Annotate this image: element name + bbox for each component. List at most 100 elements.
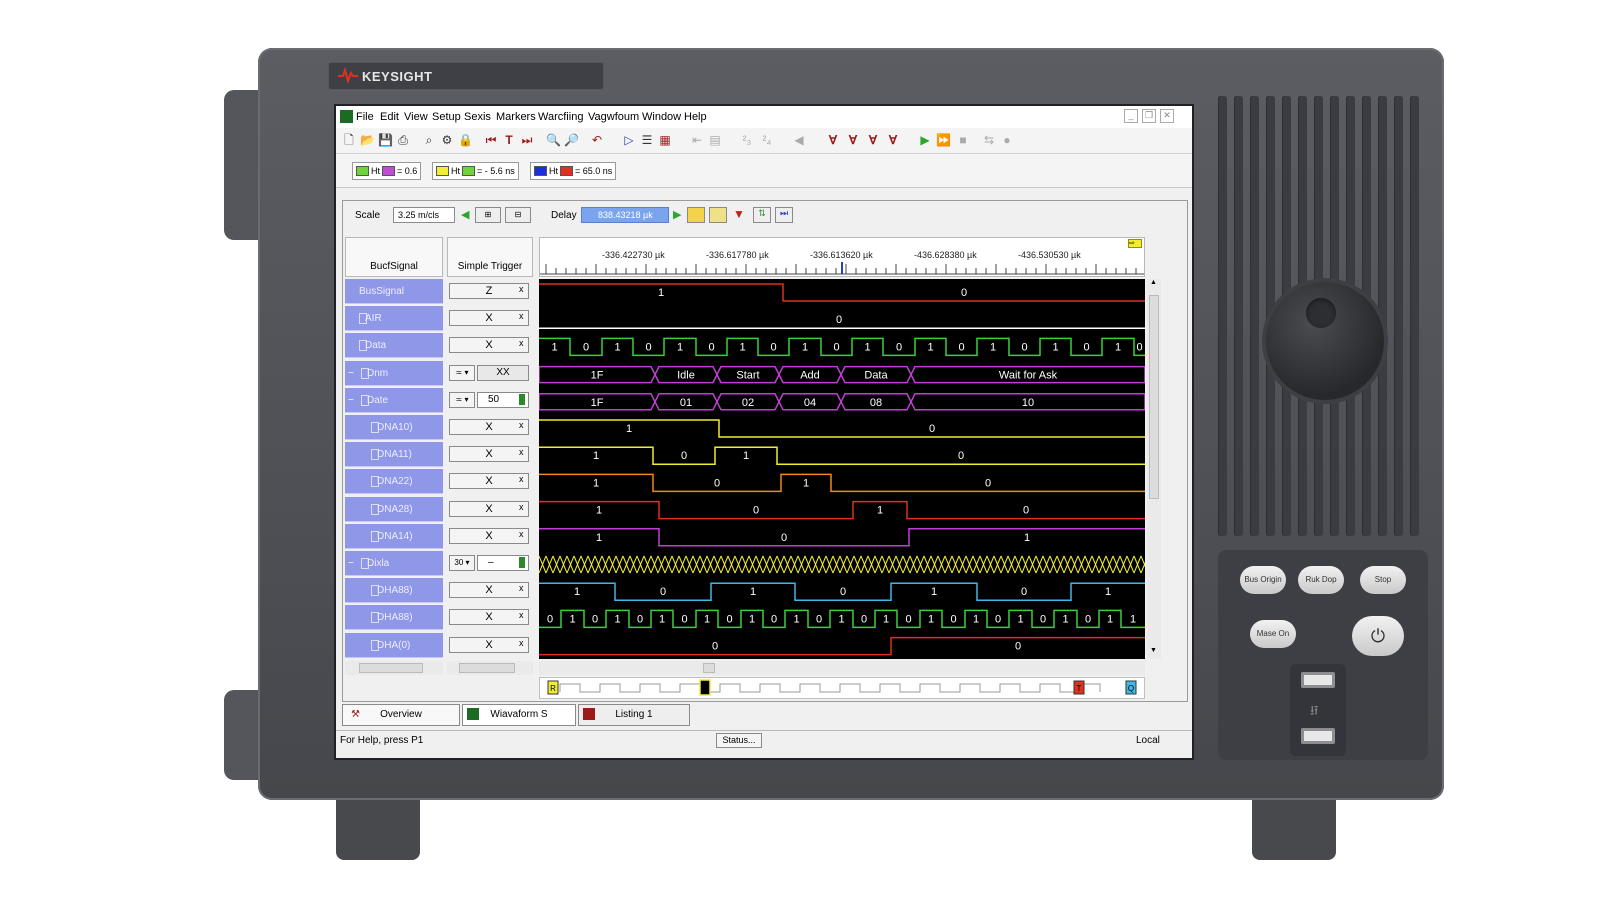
signal-row[interactable]: DNA28) xyxy=(345,496,443,522)
scroll-down-icon[interactable]: ▼ xyxy=(1150,647,1157,654)
trigger-clear-icon[interactable]: x xyxy=(519,311,524,321)
signal-hscroll[interactable] xyxy=(345,661,443,675)
filter-d-icon[interactable]: ∀ xyxy=(886,133,900,147)
trigger-value[interactable]: Z xyxy=(449,283,529,299)
mase-on-button[interactable]: Mase On xyxy=(1250,620,1296,648)
signal-row[interactable]: DNA11) xyxy=(345,442,443,468)
collapse-icon[interactable]: − xyxy=(348,551,354,576)
trigger-clear-icon[interactable]: x xyxy=(519,420,524,430)
menu-file[interactable]: File xyxy=(356,111,374,123)
signal-row[interactable]: DNA22) xyxy=(345,469,443,495)
menu-edit[interactable]: Edit xyxy=(380,111,399,123)
scale-reset-button[interactable]: ⊟ xyxy=(505,207,531,223)
usb-port-top[interactable] xyxy=(1301,672,1335,688)
play-outline-icon[interactable]: ▷ xyxy=(622,133,636,147)
trigger-clear-icon[interactable]: x xyxy=(519,447,524,457)
trigger-value[interactable]: X xyxy=(449,636,529,653)
sort-asc-icon[interactable]: ²₃ xyxy=(740,133,754,147)
trigger-hscroll[interactable] xyxy=(447,661,533,675)
trigger-clear-icon[interactable]: x xyxy=(519,529,524,539)
hscroll-thumb[interactable] xyxy=(703,663,715,673)
trigger-column-header[interactable]: Simple Trigger xyxy=(447,237,533,277)
filter-b-icon[interactable]: ∀ xyxy=(846,133,860,147)
new-file-icon[interactable]: 🗋 xyxy=(342,133,356,147)
menu-sexis[interactable]: Sexis xyxy=(464,111,491,123)
open-icon[interactable]: 📂 xyxy=(360,133,375,147)
signal-row[interactable]: DNA14) xyxy=(345,523,443,549)
usb-port-bottom[interactable] xyxy=(1301,728,1335,744)
trigger-mode-select[interactable]: ≍ ▾ xyxy=(449,364,475,381)
delay-input[interactable]: 838.43218 µk xyxy=(581,207,669,223)
signal-row[interactable]: − Dixla xyxy=(345,551,443,576)
go-end-icon[interactable]: ⏭ xyxy=(520,133,534,147)
menu-vagwfoum[interactable]: Vagwfoum xyxy=(588,111,639,123)
scroll-thumb[interactable] xyxy=(1149,295,1159,499)
back-icon[interactable]: ◀ xyxy=(792,133,806,147)
trigger-value[interactable]: X xyxy=(449,419,529,435)
vertical-scrollbar[interactable]: ▲ ▼ xyxy=(1147,279,1161,659)
status-button[interactable]: Status... xyxy=(716,733,762,748)
stop-button[interactable]: Stop xyxy=(1360,566,1406,594)
menu-window[interactable]: Window xyxy=(642,111,681,123)
trigger-clear-icon[interactable]: x xyxy=(519,502,524,512)
trigger-value[interactable]: X xyxy=(449,446,529,463)
trigger-clear-icon[interactable]: x xyxy=(519,338,524,348)
tab-waveform[interactable]: Wiavaform S xyxy=(462,704,576,726)
filter-a-icon[interactable]: ∀ xyxy=(826,133,840,147)
signal-row[interactable]: DHA(0) xyxy=(345,632,443,658)
trigger-value[interactable]: XX xyxy=(477,364,529,381)
delay-chart-button[interactable] xyxy=(709,207,727,223)
waveform-display[interactable]: 1 001 0 1 0 1 0 1 0 1 0 1 0 1 0 1 0 1 0 1 01F Idle Start Add Dat… xyxy=(539,279,1145,659)
undo-icon[interactable]: ↶ xyxy=(590,133,604,147)
step-icon[interactable]: ⇆ xyxy=(982,133,996,147)
grid-icon[interactable]: ▤ xyxy=(708,133,722,147)
menu-view[interactable]: View xyxy=(404,111,428,123)
signal-row[interactable]: BusSignal xyxy=(345,279,443,304)
collapse-icon[interactable]: − xyxy=(348,361,354,386)
signal-row[interactable]: AIR xyxy=(345,306,443,332)
signal-row[interactable]: DNA10) xyxy=(345,415,443,440)
signal-column-header[interactable]: BucfSignal xyxy=(345,237,443,277)
marker-readout-2[interactable]: Ht = 65.0 ns xyxy=(530,162,617,180)
scale-fit-button[interactable]: ⊞ xyxy=(475,207,501,223)
trigger-spin-icon[interactable] xyxy=(519,393,525,405)
zoom-out-icon[interactable]: 🔎 xyxy=(564,133,579,147)
trigger-value[interactable]: X xyxy=(449,473,529,490)
trigger-clear-icon[interactable]: x xyxy=(519,583,524,593)
minimize-button[interactable]: _ xyxy=(1124,109,1138,123)
signal-row[interactable]: − Dnm xyxy=(345,360,443,386)
trigger-clear-icon[interactable]: x xyxy=(519,284,524,294)
ruk-dop-button[interactable]: Ruk Dop xyxy=(1298,566,1344,594)
tab-listing[interactable]: Listing 1 xyxy=(578,704,690,726)
trigger-spin-icon[interactable] xyxy=(519,557,525,568)
go-start-icon[interactable]: ⏮ xyxy=(484,133,498,147)
print-icon[interactable]: ⎙ xyxy=(396,133,410,147)
filter-c-icon[interactable]: ∀ xyxy=(866,133,880,147)
marker-readout-0[interactable]: Ht = 0.6 xyxy=(352,162,422,180)
delay-end-button[interactable]: ⏭ xyxy=(775,207,793,223)
trigger-value[interactable]: X xyxy=(449,310,529,327)
power-button[interactable]: ⏻ xyxy=(1352,616,1404,656)
save-icon[interactable]: 💾 xyxy=(378,133,393,147)
table-icon[interactable]: ▦ xyxy=(658,133,672,147)
binoculars-icon[interactable]: ⌕ xyxy=(422,133,436,147)
marker-overview-strip[interactable]: RTQ xyxy=(539,677,1145,699)
signal-row[interactable]: DHA88) xyxy=(345,605,443,631)
delay-filter-icon[interactable]: ▼ xyxy=(733,207,745,221)
delay-marker-button[interactable]: ⇅ xyxy=(753,207,771,223)
trigger-value[interactable]: X xyxy=(449,609,529,626)
trigger-marker-icon[interactable]: T xyxy=(502,133,516,147)
scale-input[interactable]: 3.25 m/cls xyxy=(393,207,455,223)
delay-step-icon[interactable]: ▶ xyxy=(673,208,681,221)
lock-icon[interactable]: 🔒 xyxy=(458,133,473,147)
trigger-clear-icon[interactable]: x xyxy=(519,638,524,648)
signal-row[interactable]: Data xyxy=(345,333,443,359)
align-icon[interactable]: ⇤ xyxy=(690,133,704,147)
collapse-icon[interactable]: − xyxy=(348,388,354,413)
scroll-up-icon[interactable]: ▲ xyxy=(1150,279,1157,286)
signal-row[interactable]: − Date xyxy=(345,387,443,413)
stop-icon[interactable]: ■ xyxy=(956,133,970,147)
zoom-in-icon[interactable]: 🔍 xyxy=(546,133,561,147)
close-button[interactable]: ✕ xyxy=(1160,109,1174,123)
waveform-hscroll[interactable] xyxy=(539,661,1145,675)
